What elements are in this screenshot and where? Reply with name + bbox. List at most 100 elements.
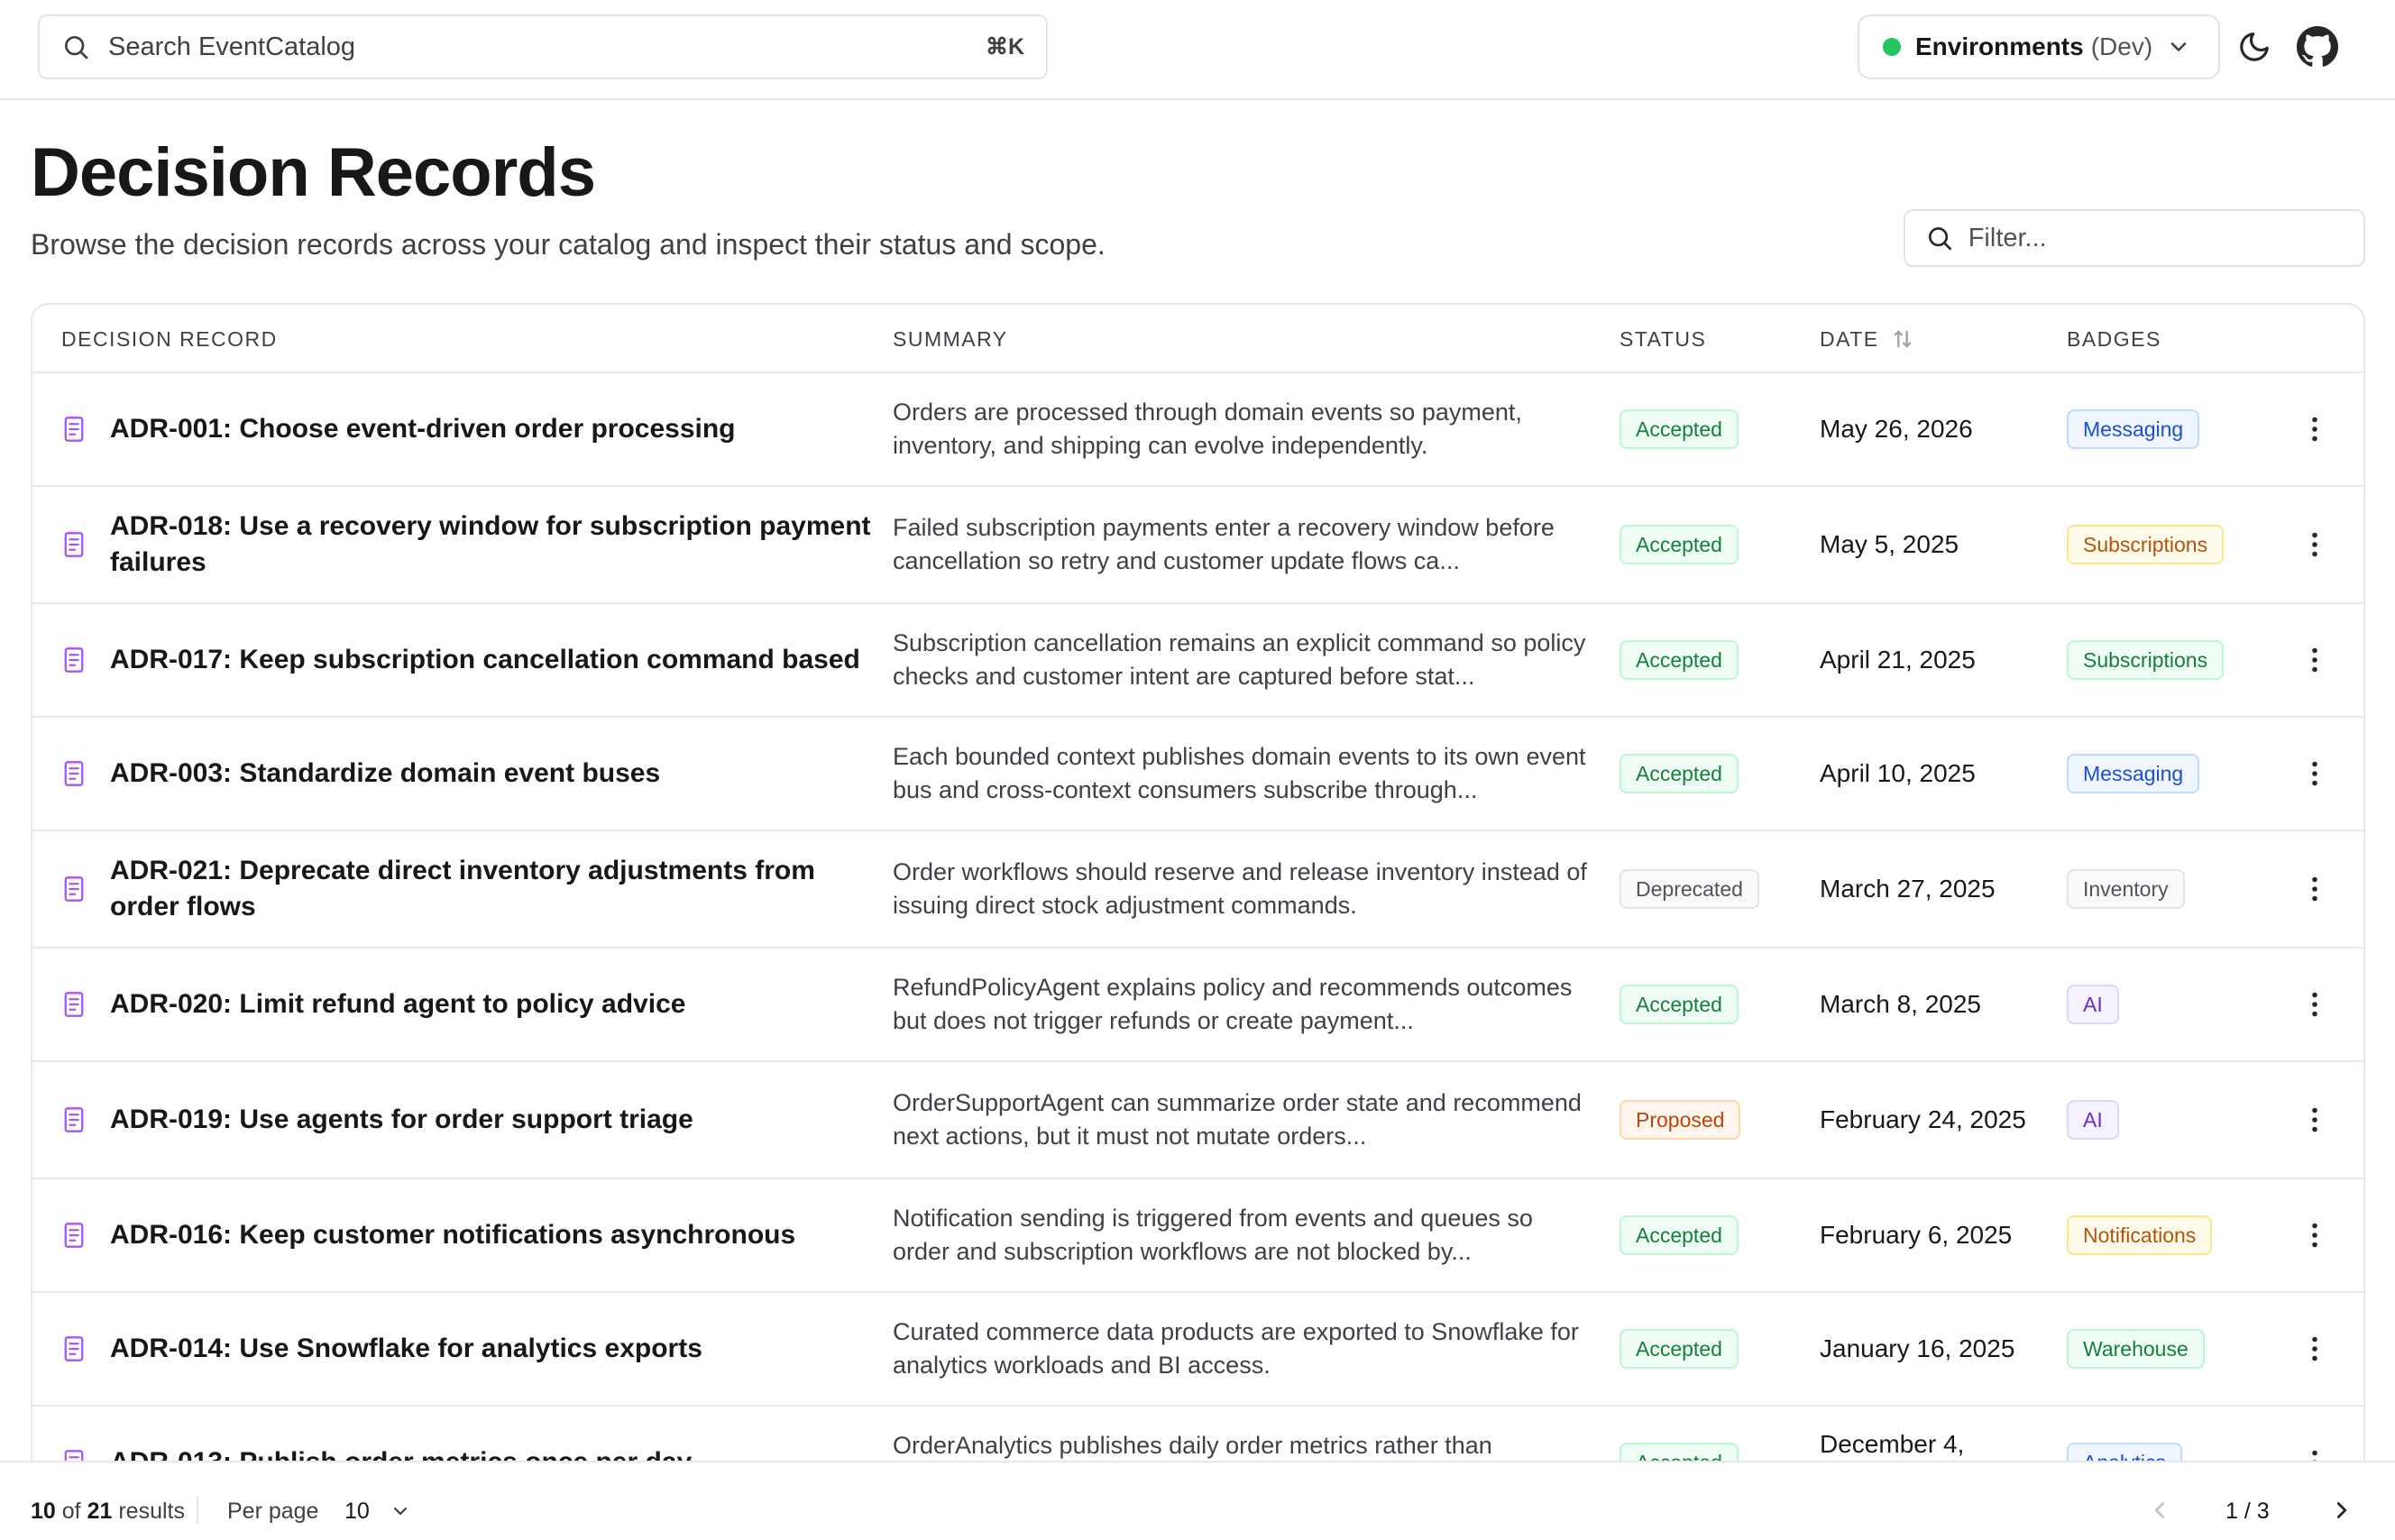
document-icon [61,487,88,602]
date-cell: March 27, 2025 [1820,831,2027,947]
environment-value: (Dev) [2090,32,2153,60]
summary-text: OrderSupportAgent can summarize order st… [893,1089,1582,1150]
more-vertical-icon [2311,532,2318,557]
decision-record-title[interactable]: ADR-001: Choose event-driven order proce… [110,373,876,485]
scope-badge: Subscriptions [2067,525,2225,564]
row-actions-button[interactable] [2292,718,2337,830]
top-navigation-bar: Search EventCatalog ⌘K Environments (Dev… [0,0,2395,100]
table-row[interactable]: ADR-017: Keep subscription cancellation … [32,604,2363,718]
badge-cell: Subscriptions [2067,487,2283,602]
filter-field[interactable] [1904,209,2365,267]
environment-status-dot [1883,38,1901,56]
decision-record-title[interactable]: ADR-017: Keep subscription cancellation … [110,604,876,716]
decision-record-title-text: ADR-017: Keep subscription cancellation … [110,645,860,674]
status-cell: Accepted [1620,1179,1800,1291]
status-cell: Accepted [1620,718,1800,830]
next-page-button[interactable] [2328,1497,2355,1528]
date-text: May 5, 2025 [1820,530,1959,558]
search-icon [65,36,88,60]
filter-input[interactable] [1968,223,2344,253]
more-vertical-icon [2311,992,2318,1017]
badge-cell: Inventory [2067,831,2283,947]
page-title: Decision Records [31,134,596,211]
row-actions-button[interactable] [2292,1062,2337,1178]
row-actions-button[interactable] [2292,487,2337,602]
results-count: 10 of 21 results [31,1499,185,1525]
summary-text: Failed subscription payments enter a rec… [893,514,1555,574]
badge-cell: Messaging [2067,718,2283,830]
decision-record-summary: RefundPolicyAgent explains policy and re… [893,949,1596,1060]
previous-page-button[interactable] [2146,1497,2173,1528]
date-text: April 10, 2025 [1820,759,1976,787]
decision-record-title[interactable]: ADR-016: Keep customer notifications asy… [110,1179,876,1291]
badge-cell: Notifications [2067,1179,2283,1291]
status-badge: Accepted [1620,1329,1739,1369]
status-cell: Accepted [1620,373,1800,485]
environment-selector[interactable]: Environments (Dev) [1858,14,2220,79]
table-row[interactable]: ADR-003: Standardize domain event buses E… [32,718,2363,831]
theme-toggle-button[interactable] [2229,22,2280,72]
column-header-summary: Summary [893,326,1008,351]
decision-record-title[interactable]: ADR-021: Deprecate direct inventory adju… [110,831,876,947]
decision-record-title[interactable]: ADR-018: Use a recovery window for subsc… [110,487,876,602]
decision-record-title[interactable]: ADR-019: Use agents for order support tr… [110,1062,876,1178]
summary-text: Curated commerce data products are expor… [893,1318,1579,1379]
search-input[interactable]: Search EventCatalog ⌘K [38,14,1048,79]
column-header-status: Status [1620,326,1707,351]
table-row[interactable]: ADR-014: Use Snowflake for analytics exp… [32,1293,2363,1407]
table-row[interactable]: ADR-021: Deprecate direct inventory adju… [32,831,2363,949]
decision-record-title-text: ADR-018: Use a recovery window for subsc… [110,511,871,577]
decision-record-summary: Order workflows should reserve and relea… [893,831,1596,947]
chevron-down-icon [393,1507,407,1516]
date-text: January 16, 2025 [1820,1334,2015,1362]
row-actions-button[interactable] [2292,1179,2337,1291]
results-shown: 10 [31,1499,56,1524]
status-badge: Deprecated [1620,869,1759,909]
github-link[interactable] [2292,22,2343,72]
date-cell: February 24, 2025 [1820,1062,2027,1178]
search-placeholder: Search EventCatalog [108,32,356,61]
badge-cell: Warehouse [2067,1293,2283,1405]
row-actions-button[interactable] [2292,373,2337,485]
table-row[interactable]: ADR-019: Use agents for order support tr… [32,1062,2363,1179]
document-icon [61,831,88,947]
scope-badge: AI [2067,1100,2119,1140]
date-cell: May 5, 2025 [1820,487,2027,602]
github-icon [2297,26,2338,67]
summary-text: Orders are processed through domain even… [893,399,1522,459]
column-header-date[interactable]: Date [1820,305,1915,373]
date-text: March 8, 2025 [1820,990,1981,1018]
decision-record-title-text: ADR-020: Limit refund agent to policy ad… [110,989,686,1019]
table-row[interactable]: ADR-001: Choose event-driven order proce… [32,373,2363,487]
date-cell: April 10, 2025 [1820,718,2027,830]
scope-badge: AI [2067,985,2119,1024]
more-vertical-icon [2311,1107,2318,1132]
table-row[interactable]: ADR-016: Keep customer notifications asy… [32,1179,2363,1293]
document-icon [61,949,88,1060]
scope-badge: Subscriptions [2067,640,2225,680]
status-cell: Deprecated [1620,831,1800,947]
decision-record-title[interactable]: ADR-014: Use Snowflake for analytics exp… [110,1293,876,1405]
document-icon [61,718,88,830]
more-vertical-icon [2311,1336,2318,1361]
decision-record-title[interactable]: ADR-003: Standardize domain event buses [110,718,876,830]
table-row[interactable]: ADR-020: Limit refund agent to policy ad… [32,949,2363,1062]
decision-record-title[interactable]: ADR-020: Limit refund agent to policy ad… [110,949,876,1060]
table-row[interactable]: ADR-018: Use a recovery window for subsc… [32,487,2363,604]
date-text: May 26, 2026 [1820,415,1973,443]
row-actions-button[interactable] [2292,831,2337,947]
date-cell: March 8, 2025 [1820,949,2027,1060]
pagination-footer: 10 of 21 results Per page 10 1 / 3 [0,1461,2395,1540]
status-badge: Proposed [1620,1100,1741,1140]
badge-cell: AI [2067,949,2283,1060]
row-actions-button[interactable] [2292,604,2337,716]
per-page-value: 10 [344,1498,370,1524]
row-actions-button[interactable] [2292,949,2337,1060]
decision-record-summary: Notification sending is triggered from e… [893,1179,1596,1291]
status-badge: Accepted [1620,754,1739,793]
table-header: Decision Record Summary Status Date Badg… [32,305,2363,373]
results-total: 21 [87,1499,113,1524]
date-text: April 21, 2025 [1820,646,1976,674]
row-actions-button[interactable] [2292,1293,2337,1405]
per-page-select[interactable]: 10 [344,1491,411,1531]
